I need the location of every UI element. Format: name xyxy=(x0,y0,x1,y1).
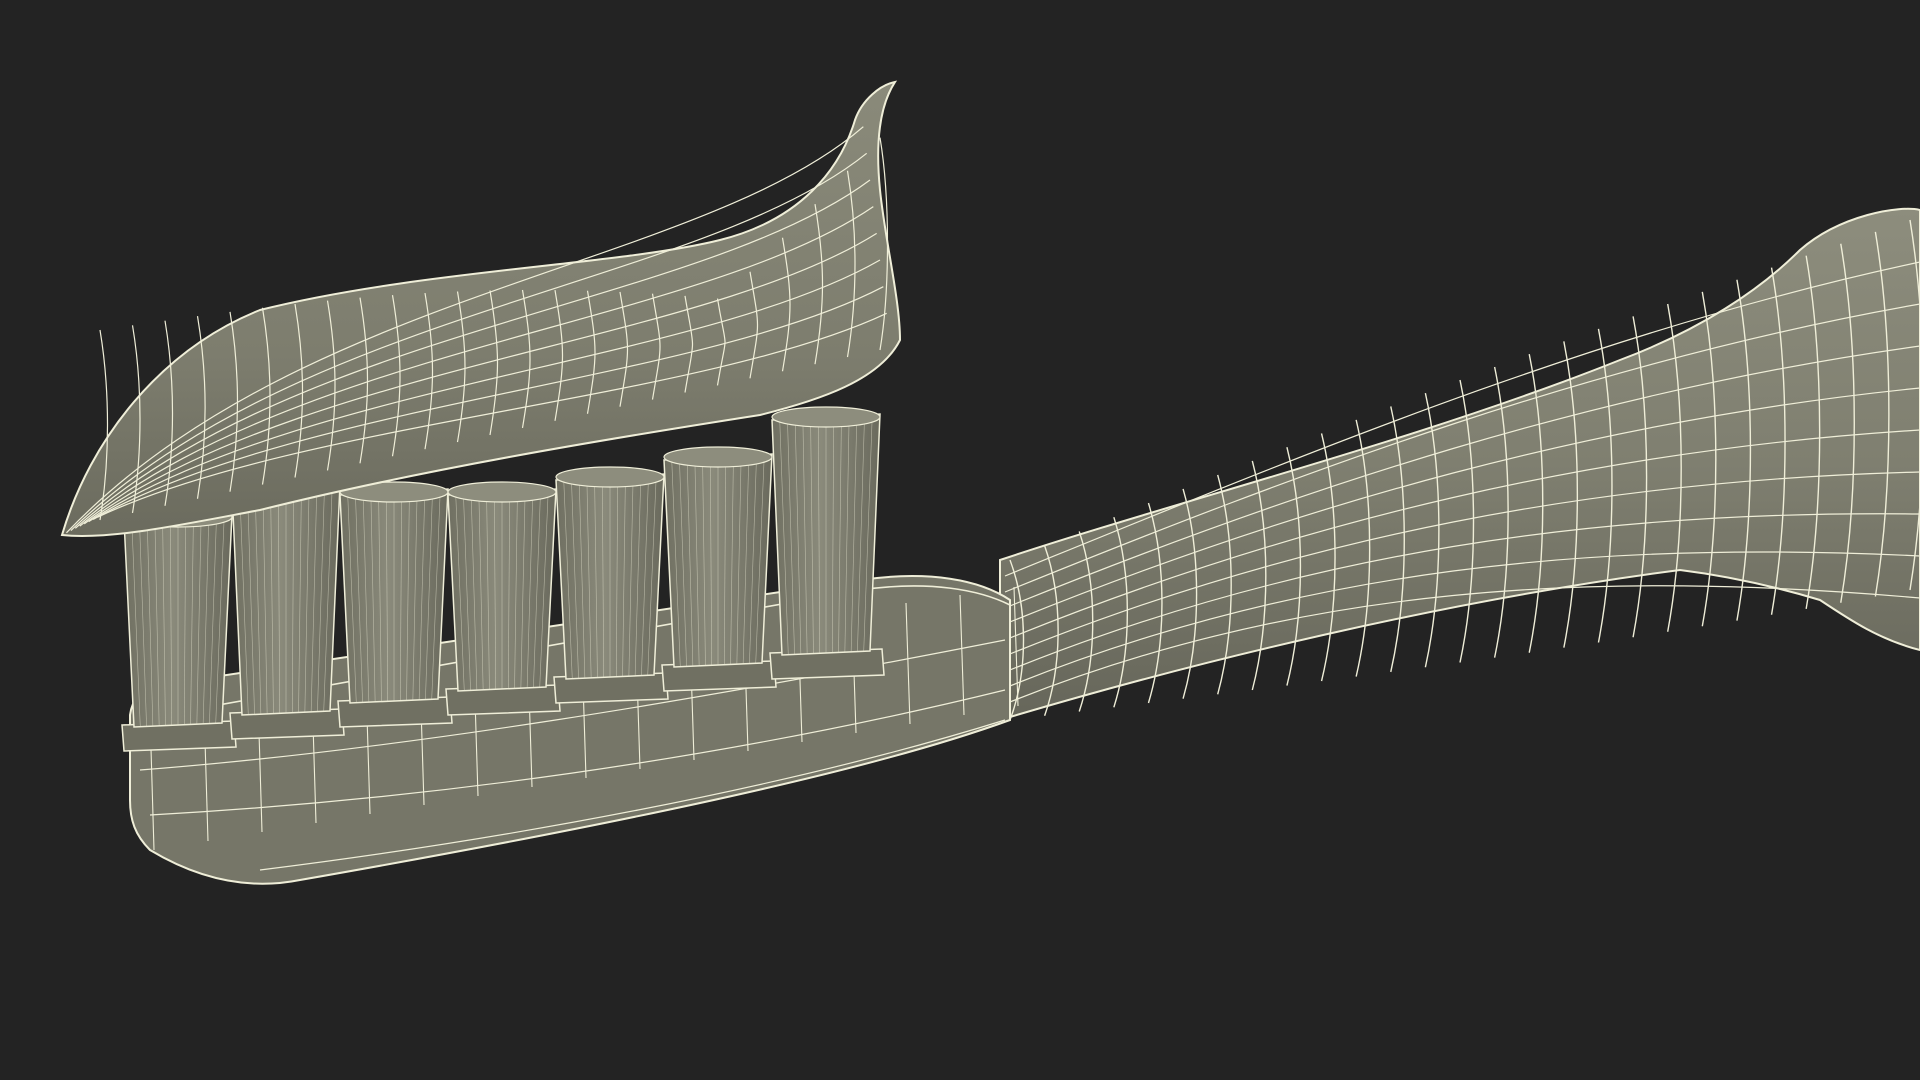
toothbrush-wireframe-render xyxy=(60,80,1920,885)
bristle-tuft xyxy=(337,481,453,728)
bristle-tuft xyxy=(769,406,885,680)
bristle-tuft xyxy=(229,476,345,740)
brush-handle xyxy=(999,207,1920,722)
bristle-tuft xyxy=(661,446,777,692)
bristle-tuft xyxy=(553,466,669,704)
3d-viewport[interactable] xyxy=(0,0,1920,1080)
bristle-tuft xyxy=(121,506,237,752)
bristle-tuft xyxy=(445,481,561,716)
